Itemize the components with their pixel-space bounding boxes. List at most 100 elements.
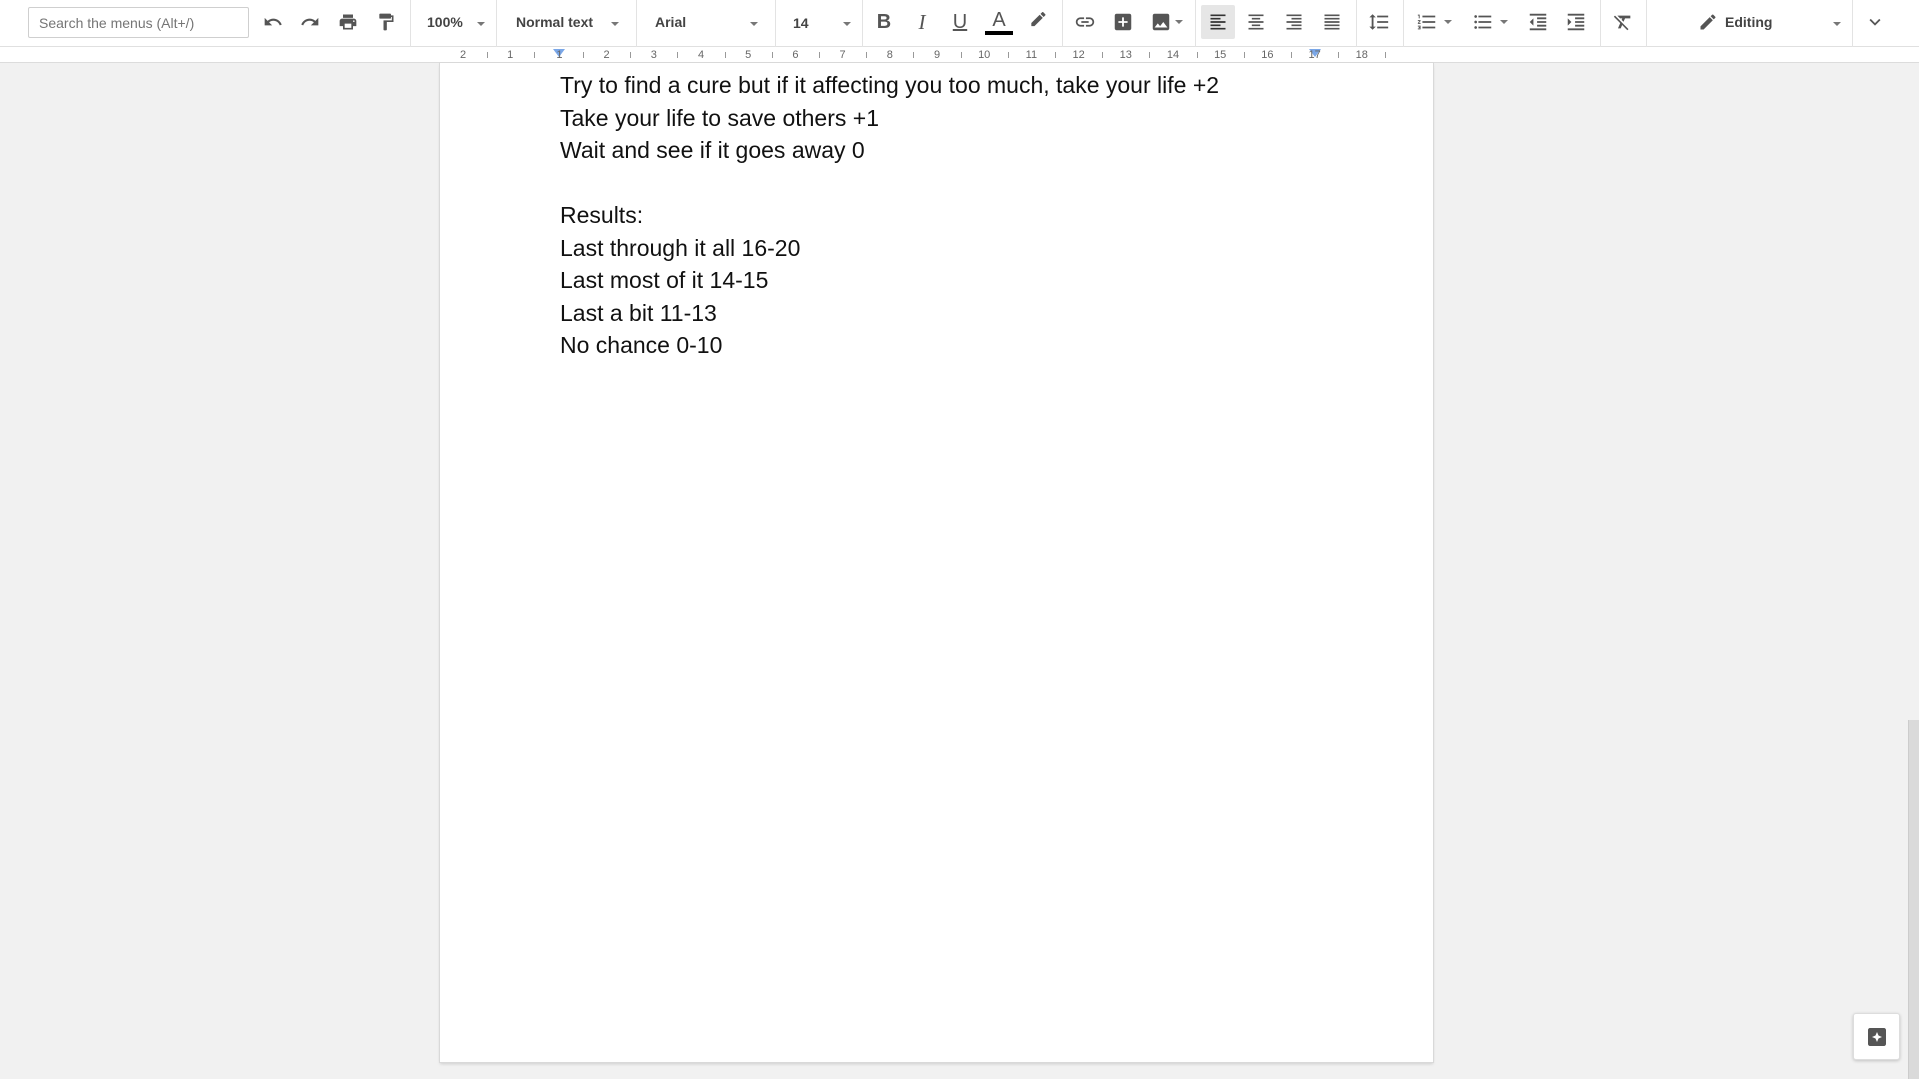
add-comment-icon[interactable] [1107,5,1139,39]
ruler-number: 12 [1072,49,1085,61]
explore-button[interactable] [1853,1013,1900,1060]
toolbar-separator [410,0,411,47]
ruler-number: 1 [556,49,563,61]
zoom-select[interactable]: 100% [418,5,496,39]
collapse-toolbar-icon[interactable] [1858,5,1892,39]
clear-formatting-icon[interactable] [1606,5,1640,39]
ruler-tick [771,52,773,58]
bulleted-list-icon[interactable] [1466,5,1514,39]
paint-format-icon[interactable] [371,5,401,39]
ruler-number: 13 [1119,49,1132,61]
document-line: Take your life to save others +1 [560,104,879,131]
ruler-number: 15 [1214,49,1227,61]
editing-mode-value: Editing [1725,14,1773,30]
paragraph-style-value: Normal text [516,14,594,30]
editing-mode-select[interactable]: Editing [1690,5,1850,39]
insert-image-icon[interactable] [1145,5,1187,39]
search-menus-input[interactable] [28,7,249,38]
chevron-down-icon [750,22,758,26]
ruler-tick [677,52,679,58]
chevron-down-icon [1174,20,1183,24]
font-value: Arial [655,14,687,30]
ruler-tick [866,52,868,58]
toolbar-separator [1195,0,1196,47]
highlight-color-icon[interactable] [1022,5,1054,39]
ruler-tick [1338,52,1340,58]
decrease-indent-icon[interactable] [1521,5,1555,39]
ruler[interactable]: 2 1 1 2 3 4 5 6 7 8 9 10 11 12 13 14 15 16 17 18 [0,47,1919,63]
pencil-icon [1700,14,1716,30]
ruler-track: 2 1 1 2 3 4 5 6 7 8 9 10 11 12 13 14 15 16 17 18 [440,48,1435,62]
document-line: Last through it all 16-20 [560,234,801,261]
toolbar-separator [1646,0,1647,47]
paragraph-style-select[interactable]: Normal text [506,5,636,39]
ruler-tick [960,52,962,58]
document-line: Wait and see if it goes away 0 [560,137,865,163]
ruler-number: 2 [603,49,610,61]
explore-icon [1867,1027,1886,1046]
document-line: Try to find a cure but if it affecting y… [560,72,1220,98]
document-line: Results: [560,202,644,228]
chevron-down-icon [611,22,619,26]
increase-indent-icon[interactable] [1559,5,1593,39]
vertical-scrollbar[interactable] [1908,720,1919,1079]
text-color-icon: A [992,9,1006,31]
toolbar: 100% Normal text Arial 14 B I U A [0,0,1919,47]
toolbar-separator [1356,0,1357,47]
italic-icon: I [918,9,926,34]
toolbar-separator [496,0,497,47]
font-select[interactable]: Arial [645,5,775,39]
ruler-tick [1149,52,1151,58]
chevron-down-icon [477,22,485,26]
line-spacing-icon[interactable] [1362,5,1396,39]
ruler-number: 14 [1166,49,1180,61]
toolbar-separator [636,0,637,47]
text-color-button[interactable]: A [982,5,1016,39]
ruler-number: 3 [650,49,657,61]
numbered-list-icon[interactable] [1410,5,1458,39]
ruler-number: 10 [978,49,991,61]
ruler-tick [1243,52,1245,58]
insert-link-icon[interactable] [1069,5,1101,39]
ruler-tick [1007,52,1009,58]
ruler-tick [1055,52,1056,58]
ruler-number: 11 [1025,49,1038,61]
zoom-value: 100% [427,14,463,30]
ruler-tick [1196,52,1198,58]
redo-icon[interactable] [295,5,325,39]
ruler-number: 5 [745,49,752,61]
ruler-tick [819,52,820,58]
align-right-icon[interactable] [1277,5,1311,39]
document-page[interactable]: Try to find a cure but if it affecting y… [440,63,1433,1062]
italic-button[interactable]: I [906,5,938,39]
bold-button[interactable]: B [868,5,900,39]
ruler-tick [533,52,535,58]
align-justify-icon[interactable] [1315,5,1349,39]
ruler-tick [630,52,632,58]
toolbar-separator [862,0,863,47]
undo-icon[interactable] [258,5,288,39]
toolbar-separator [1852,0,1853,47]
ruler-tick [913,52,915,58]
toolbar-separator [775,0,776,47]
chevron-down-icon [843,22,851,26]
chevron-down-icon [1500,20,1508,24]
print-icon[interactable] [333,5,363,39]
chevron-down-icon [1833,22,1841,26]
chevron-down-icon [1444,20,1452,24]
align-left-icon[interactable] [1201,5,1235,39]
align-center-icon[interactable] [1239,5,1273,39]
ruler-number: 18 [1355,49,1368,61]
document-body[interactable]: Try to find a cure but if it affecting y… [560,69,1320,362]
toolbar-separator [1062,0,1063,47]
document-line: Last most of it 14-15 [560,267,769,293]
text-color-bar [985,31,1013,35]
ruler-number: 8 [886,49,893,61]
underline-icon: U [952,10,968,33]
toolbar-separator [1600,0,1601,47]
font-size-select[interactable]: 14 [783,5,861,39]
ruler-number: 17 [1308,49,1321,61]
ruler-tick [486,52,488,58]
underline-button[interactable]: U [944,5,976,39]
